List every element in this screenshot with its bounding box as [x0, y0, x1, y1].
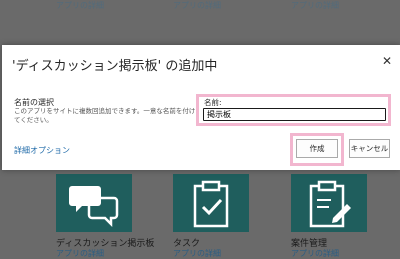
- cancel-button[interactable]: キャンセル: [349, 139, 390, 158]
- chat-bubbles-icon: [69, 186, 119, 228]
- create-button[interactable]: 作成: [296, 139, 338, 158]
- tile-details-link[interactable]: アプリの詳細: [291, 248, 339, 259]
- app-tile-tasks[interactable]: [173, 174, 249, 232]
- name-input[interactable]: 掲示板: [203, 108, 386, 121]
- add-app-dialog: 'ディスカッション掲示板' の追加中 ✕ 名前の選択 このアプリをサイトに複数回…: [2, 45, 400, 170]
- dialog-title: 'ディスカッション掲示板' の追加中: [12, 59, 218, 74]
- bg-top-caption: アプリの詳細: [291, 1, 339, 10]
- tile-details-link[interactable]: アプリの詳細: [173, 248, 221, 259]
- choose-name-description: このアプリをサイトに複数回追加できます。一意な名前を付けてください。: [14, 107, 196, 124]
- app-tile-issues[interactable]: [291, 174, 367, 232]
- clipboard-edit-icon: [309, 180, 351, 228]
- bg-top-caption: アプリの詳細: [173, 1, 221, 10]
- close-icon[interactable]: ✕: [382, 55, 392, 67]
- bg-top-caption: アプリの詳細: [56, 1, 104, 10]
- tile-details-link[interactable]: アプリの詳細: [56, 248, 104, 259]
- app-tile-discussion[interactable]: [56, 174, 132, 232]
- name-label: 名前:: [204, 98, 222, 107]
- clipboard-check-icon: [193, 180, 229, 228]
- advanced-options-link[interactable]: 詳細オプション: [14, 145, 70, 156]
